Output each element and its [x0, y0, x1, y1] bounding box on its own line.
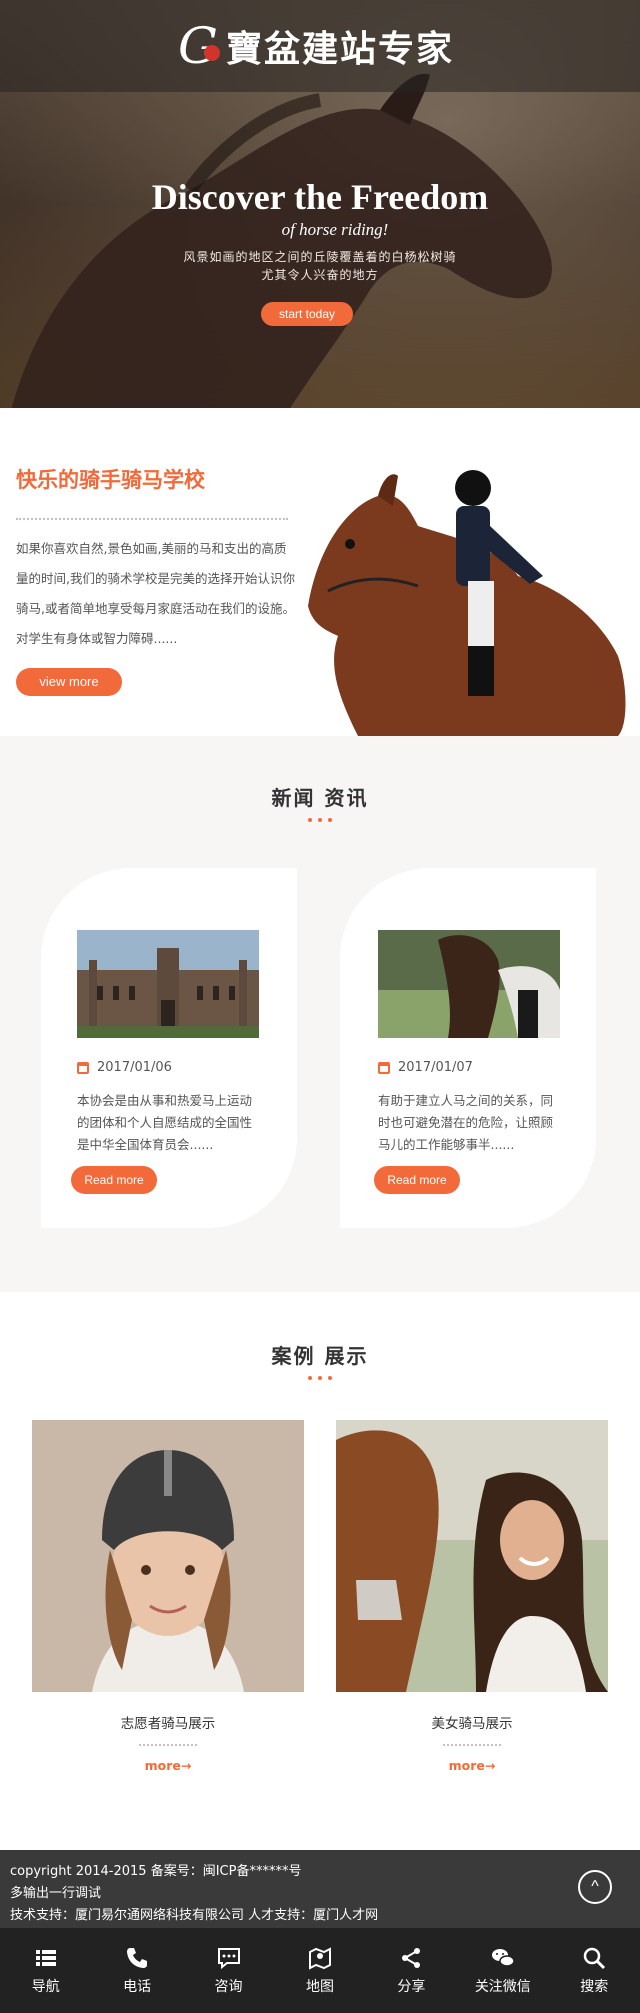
- share-icon: [402, 1947, 421, 1968]
- school-title: 快乐的骑手骑马学校: [16, 468, 205, 492]
- nav-item-consult[interactable]: 咨询: [183, 1928, 274, 2013]
- read-more-button[interactable]: Read more: [71, 1166, 157, 1194]
- nav-item-menu[interactable]: 导航: [0, 1928, 91, 2013]
- header-bar: G 寶盆建站专家: [0, 0, 640, 92]
- start-today-button[interactable]: start today: [261, 302, 353, 326]
- case-name: 美女骑马展示: [431, 1716, 513, 1732]
- hero-banner: G 寶盆建站专家 Discover the Freedom of horse r…: [0, 0, 640, 408]
- list-icon: [35, 1949, 56, 1966]
- hero-title: Discover the Freedom: [151, 177, 489, 217]
- dotted-divider: [443, 1744, 501, 1746]
- case-name: 志愿者骑马展示: [120, 1716, 216, 1732]
- news-image-college: [77, 930, 259, 1038]
- nav-item-share[interactable]: 分享: [366, 1928, 457, 2013]
- footer: copyright 2014-2015 备案号：闽ICP备******号 多输出…: [0, 1850, 640, 1928]
- calendar-icon: [378, 1061, 390, 1074]
- tech-support-text: 技术支持：厦门易尔通网络科技有限公司 人才支持：厦门人才网: [10, 1908, 379, 1923]
- phone-icon: [127, 1947, 148, 1968]
- cases-title: 案例 展示: [271, 1344, 369, 1368]
- calendar-icon: [77, 1061, 89, 1074]
- nav-item-map[interactable]: 地图: [274, 1928, 365, 2013]
- news-card[interactable]: 2017/01/07 有助于建立人马之间的关系，同时也可避免潜在的危险，让照顾马…: [340, 868, 596, 1228]
- read-more-button[interactable]: Read more: [374, 1166, 460, 1194]
- nav-item-search[interactable]: 搜索: [549, 1928, 640, 2013]
- news-date: 2017/01/07: [378, 1060, 473, 1075]
- case-more-link[interactable]: more→: [442, 1758, 502, 1773]
- case-photo-woman-horse: [336, 1420, 608, 1692]
- nav-item-phone[interactable]: 电话: [91, 1928, 182, 2013]
- news-card[interactable]: 2017/01/06 本协会是由从事和热爱马上运动的团体和个人自愿结成的全国性是…: [41, 868, 297, 1228]
- case-item[interactable]: 美女骑马展示 more→: [336, 1420, 608, 1773]
- bottom-nav: 导航 电话 咨询 地图 分享 关注微信 搜索: [0, 1928, 640, 2013]
- news-section: 新闻 资讯 2017/01/06 本协会是由从事和热爱马上运动的团体和个人自愿结…: [0, 736, 640, 1292]
- copyright-text: copyright 2014-2015 备案号：闽ICP备******号: [10, 1864, 302, 1879]
- rider-horse-image: [308, 470, 626, 736]
- case-photo-girl-helmet: [32, 1420, 304, 1692]
- view-more-button[interactable]: view more: [16, 668, 122, 696]
- news-date: 2017/01/06: [77, 1060, 172, 1075]
- site-logo[interactable]: G 寶盆建站专家: [178, 20, 462, 72]
- back-to-top-button[interactable]: ^: [578, 1870, 612, 1904]
- nav-item-wechat[interactable]: 关注微信: [457, 1928, 548, 2013]
- title-dots: [308, 1376, 332, 1380]
- map-icon: [308, 1946, 331, 1970]
- case-more-link[interactable]: more→: [138, 1758, 198, 1773]
- news-image-horse: [378, 930, 560, 1038]
- logo-text: 寶盆建站专家: [225, 28, 454, 70]
- hero-description: 风景如画的地区之间的丘陵覆盖着的白杨松树骑尤其令人兴奋的地方: [183, 250, 457, 282]
- news-desc: 本协会是由从事和热爱马上运动的团体和个人自愿结成的全国性是中华全国体育员会...…: [77, 1093, 253, 1152]
- title-dots: [308, 818, 332, 822]
- chat-icon: [217, 1947, 240, 1969]
- case-item[interactable]: 志愿者骑马展示 more→: [32, 1420, 304, 1773]
- search-icon: [583, 1947, 606, 1969]
- wechat-icon: [491, 1948, 515, 1967]
- news-desc: 有助于建立人马之间的关系，同时也可避免潜在的危险，让照顾马儿的工作能够事半...…: [378, 1093, 554, 1152]
- news-title: 新闻 资讯: [271, 786, 369, 810]
- school-section: 快乐的骑手骑马学校 如果你喜欢自然,景色如画,美丽的马和支出的高质量的时间,我们…: [0, 408, 640, 736]
- dotted-divider: [139, 1744, 197, 1746]
- footer-debug-text: 多输出一行调试: [10, 1886, 102, 1901]
- dotted-divider: [16, 518, 288, 520]
- school-description: 如果你喜欢自然,景色如画,美丽的马和支出的高质量的时间,我们的骑术学校是完美的选…: [16, 541, 295, 646]
- hero-subtitle: of horse riding!: [281, 220, 389, 239]
- logo-seal-icon: [203, 45, 220, 61]
- cases-section: 案例 展示 志愿者骑马展示 more→ 美女骑马展示 more→: [0, 1292, 640, 1850]
